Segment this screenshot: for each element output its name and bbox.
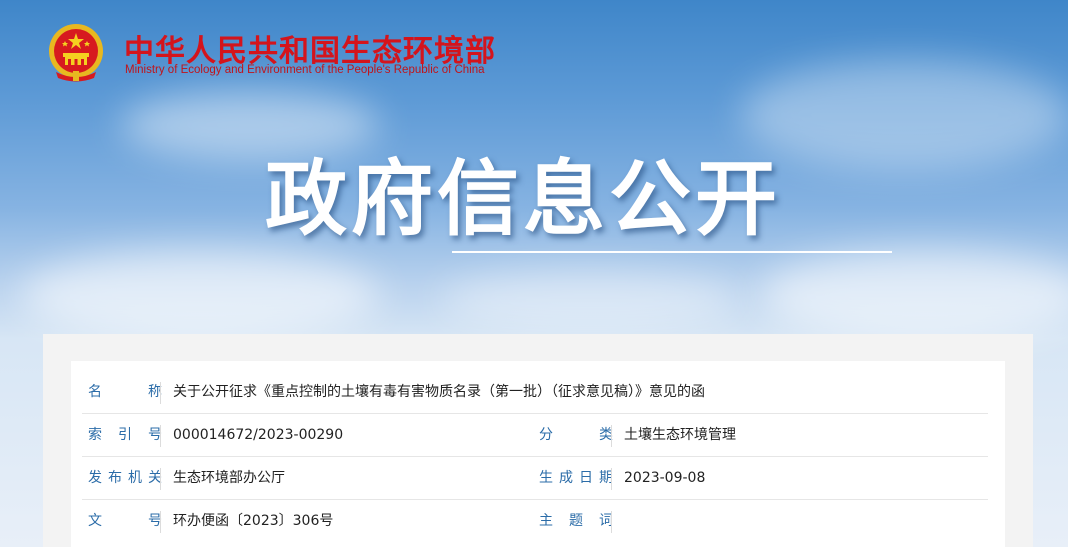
divider <box>160 511 161 533</box>
index-label: 索引号 <box>88 427 162 443</box>
background-cloud <box>760 250 1068 340</box>
issuer-value: 生态环境部办公厅 <box>173 470 285 486</box>
category-label: 分类 <box>539 427 613 443</box>
category-value: 土壤生态环境管理 <box>624 427 736 443</box>
banner-title: 政府信息公开 <box>265 152 782 247</box>
divider <box>611 425 612 447</box>
info-row-name: 名称 关于公开征求《重点控制的土壤有毒有害物质名录（第一批）（征求意见稿）》意见… <box>82 371 988 414</box>
docno-label: 文号 <box>88 513 162 529</box>
name-value: 关于公开征求《重点控制的土壤有毒有害物质名录（第一批）（征求意见稿）》意见的函 <box>173 384 705 400</box>
divider <box>611 511 612 533</box>
banner-divider <box>452 251 892 253</box>
subject-label: 主题词 <box>539 513 613 529</box>
site-subtitle[interactable]: Ministry of Ecology and Environment of t… <box>125 64 485 76</box>
name-label: 名称 <box>88 384 162 400</box>
background-cloud <box>740 60 1068 170</box>
background-cloud <box>440 270 740 330</box>
document-info-table: 名称 关于公开征求《重点控制的土壤有毒有害物质名录（第一批）（征求意见稿）》意见… <box>82 371 988 542</box>
background-cloud <box>20 250 380 340</box>
divider <box>160 382 161 404</box>
divider <box>611 468 612 490</box>
divider <box>160 468 161 490</box>
date-value: 2023-09-08 <box>624 470 706 486</box>
divider <box>160 425 161 447</box>
info-row-docno: 文号 环办便函〔2023〕306号 主题词 <box>82 500 988 542</box>
docno-value: 环办便函〔2023〕306号 <box>173 513 334 529</box>
issuer-label: 发布机关 <box>88 470 162 486</box>
date-label: 生成日期 <box>539 470 613 486</box>
info-row-issuer: 发布机关 生态环境部办公厅 生成日期 2023-09-08 <box>82 457 988 500</box>
info-row-index: 索引号 000014672/2023-00290 分类 土壤生态环境管理 <box>82 414 988 457</box>
index-value: 000014672/2023-00290 <box>173 427 344 443</box>
national-emblem-icon[interactable] <box>46 22 106 84</box>
